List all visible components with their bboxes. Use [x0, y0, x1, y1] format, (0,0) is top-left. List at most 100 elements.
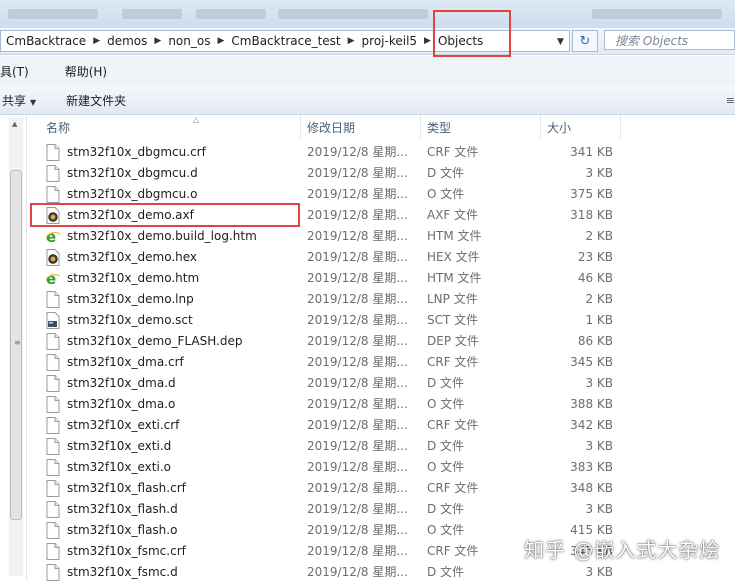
file-name: stm32f10x_demo_FLASH.dep — [67, 334, 243, 348]
file-row[interactable]: stm32f10x_dma.o 2019/12/8 星期... O 文件 388 KB — [27, 394, 735, 415]
file-type: CRF 文件 — [427, 418, 479, 432]
file-name: stm32f10x_dma.o — [67, 397, 176, 411]
search-input[interactable]: 搜索 Objects — [604, 30, 735, 50]
file-row[interactable]: stm32f10x_demo_FLASH.dep 2019/12/8 星期... D… — [27, 331, 735, 352]
file-icon — [46, 564, 60, 581]
breadcrumb-item[interactable]: CmBacktrace_test — [226, 34, 345, 48]
file-row[interactable]: stm32f10x_dma.crf 2019/12/8 星期... CRF 文件 34… — [27, 352, 735, 373]
file-name: stm32f10x_dbgmcu.o — [67, 187, 198, 201]
command-toolbar: 共享 ▼ 新建文件夹 ≡ — [0, 86, 735, 115]
file-date: 2019/12/8 星期... — [307, 187, 408, 201]
file-row[interactable]: stm32f10x_flash.d 2019/12/8 星期... D 文件 3 KB — [27, 499, 735, 520]
watermark: 知乎 @嵌入式大杂烩 — [524, 538, 721, 562]
file-row[interactable]: stm32f10x_demo.hex 2019/12/8 星期... HEX 文件 2… — [27, 247, 735, 268]
file-row[interactable]: stm32f10x_dbgmcu.o 2019/12/8 星期... O 文件 375… — [27, 184, 735, 205]
script-file-icon — [46, 312, 60, 329]
chevron-right-icon[interactable]: ▶ — [152, 36, 163, 46]
file-row[interactable]: stm32f10x_dbgmcu.d 2019/12/8 星期... D 文件 3 K… — [27, 163, 735, 184]
menu-help[interactable]: 帮助(H) — [65, 63, 113, 80]
file-row[interactable]: stm32f10x_exti.d 2019/12/8 星期... D 文件 3 KB — [27, 436, 735, 457]
column-date[interactable]: 修改日期 — [301, 115, 421, 140]
file-row[interactable]: stm32f10x_dma.d 2019/12/8 星期... D 文件 3 KB — [27, 373, 735, 394]
file-date: 2019/12/8 星期... — [307, 166, 408, 180]
chevron-right-icon[interactable]: ▶ — [422, 36, 433, 46]
view-options-icon[interactable]: ≡ — [726, 94, 735, 107]
file-name: stm32f10x_flash.crf — [67, 481, 186, 495]
file-icon — [46, 501, 60, 518]
scroll-up-icon[interactable]: ▲ — [12, 120, 17, 128]
file-size: 3 KB — [585, 502, 613, 516]
file-type: D 文件 — [427, 166, 465, 180]
file-name: stm32f10x_exti.d — [67, 439, 172, 453]
ie-html-icon: e — [45, 228, 61, 246]
file-row[interactable]: stm32f10x_demo.sct 2019/12/8 星期... SCT 文件 1… — [27, 310, 735, 331]
file-size: 345 KB — [570, 355, 613, 369]
file-date: 2019/12/8 星期... — [307, 376, 408, 390]
file-date: 2019/12/8 星期... — [307, 523, 408, 537]
file-date: 2019/12/8 星期... — [307, 313, 408, 327]
refresh-icon: ↻ — [579, 33, 591, 49]
chevron-right-icon[interactable]: ▶ — [346, 36, 357, 46]
column-size[interactable]: 大小 — [541, 115, 621, 140]
file-type: CRF 文件 — [427, 544, 479, 558]
file-size: 383 KB — [570, 460, 613, 474]
file-date: 2019/12/8 星期... — [307, 355, 408, 369]
file-size: 86 KB — [577, 334, 613, 348]
share-label: 共享 — [2, 93, 27, 108]
file-type: CRF 文件 — [427, 355, 479, 369]
file-type: O 文件 — [427, 397, 465, 411]
breadcrumb-item[interactable]: CmBacktrace — [1, 34, 91, 48]
file-icon — [46, 333, 60, 350]
file-row[interactable]: e stm32f10x_demo.htm 2019/12/8 星期... HTM 文件… — [27, 268, 735, 289]
file-row[interactable]: stm32f10x_exti.crf 2019/12/8 星期... CRF 文件 3… — [27, 415, 735, 436]
column-name[interactable]: 名称 — [40, 115, 301, 140]
file-type: DEP 文件 — [427, 334, 479, 348]
highlight-box-objects — [433, 10, 511, 57]
svg-text:e: e — [46, 228, 56, 245]
file-row[interactable]: e stm32f10x_demo.build_log.htm 2019/12/8 星… — [27, 226, 735, 247]
refresh-button[interactable]: ↻ — [572, 30, 598, 52]
file-size: 375 KB — [570, 187, 613, 201]
share-button[interactable]: 共享 ▼ — [2, 92, 36, 109]
chevron-right-icon[interactable]: ▶ — [215, 36, 226, 46]
grip-icon: ≡ — [14, 338, 21, 347]
menu-tools[interactable]: 具(T) — [0, 63, 35, 80]
new-folder-button[interactable]: 新建文件夹 — [66, 92, 126, 109]
column-type[interactable]: 类型 — [421, 115, 541, 140]
file-type: D 文件 — [427, 376, 465, 390]
file-row[interactable]: stm32f10x_demo.lnp 2019/12/8 星期... LNP 文件 2… — [27, 289, 735, 310]
file-type: SCT 文件 — [427, 313, 479, 327]
file-type: LNP 文件 — [427, 292, 478, 306]
chevron-right-icon[interactable]: ▶ — [91, 36, 102, 46]
scrollbar-thumb[interactable]: ≡ — [10, 170, 22, 520]
breadcrumb-item[interactable]: demos — [102, 34, 152, 48]
keil-file-icon — [46, 249, 60, 266]
file-size: 3 KB — [585, 166, 613, 180]
file-name: stm32f10x_demo.lnp — [67, 292, 194, 306]
file-date: 2019/12/8 星期... — [307, 271, 408, 285]
chevron-down-icon[interactable]: ▼ — [557, 37, 564, 47]
file-name: stm32f10x_fsmc.crf — [67, 544, 186, 558]
file-icon — [46, 438, 60, 455]
file-date: 2019/12/8 星期... — [307, 208, 408, 222]
file-row[interactable]: stm32f10x_exti.o 2019/12/8 星期... O 文件 383 K… — [27, 457, 735, 478]
file-icon — [46, 522, 60, 539]
file-row[interactable]: stm32f10x_dbgmcu.crf 2019/12/8 星期... CRF 文… — [27, 142, 735, 163]
file-icon — [46, 144, 60, 161]
file-row[interactable]: stm32f10x_flash.crf 2019/12/8 星期... CRF 文件… — [27, 478, 735, 499]
breadcrumb-item[interactable]: non_os — [163, 34, 215, 48]
file-name: stm32f10x_demo.build_log.htm — [67, 229, 257, 243]
file-date: 2019/12/8 星期... — [307, 292, 408, 306]
file-size: 2 KB — [585, 292, 613, 306]
file-icon — [46, 417, 60, 434]
title-strip — [0, 0, 735, 28]
breadcrumb-item[interactable]: proj-keil5 — [357, 34, 423, 48]
file-size: 1 KB — [585, 313, 613, 327]
file-date: 2019/12/8 星期... — [307, 544, 408, 558]
file-size: 318 KB — [570, 208, 613, 222]
file-type: CRF 文件 — [427, 481, 479, 495]
file-icon — [46, 291, 60, 308]
scrollbar[interactable]: ▲ ≡ — [9, 118, 23, 576]
file-size: 3 KB — [585, 439, 613, 453]
file-name: stm32f10x_flash.o — [67, 523, 178, 537]
